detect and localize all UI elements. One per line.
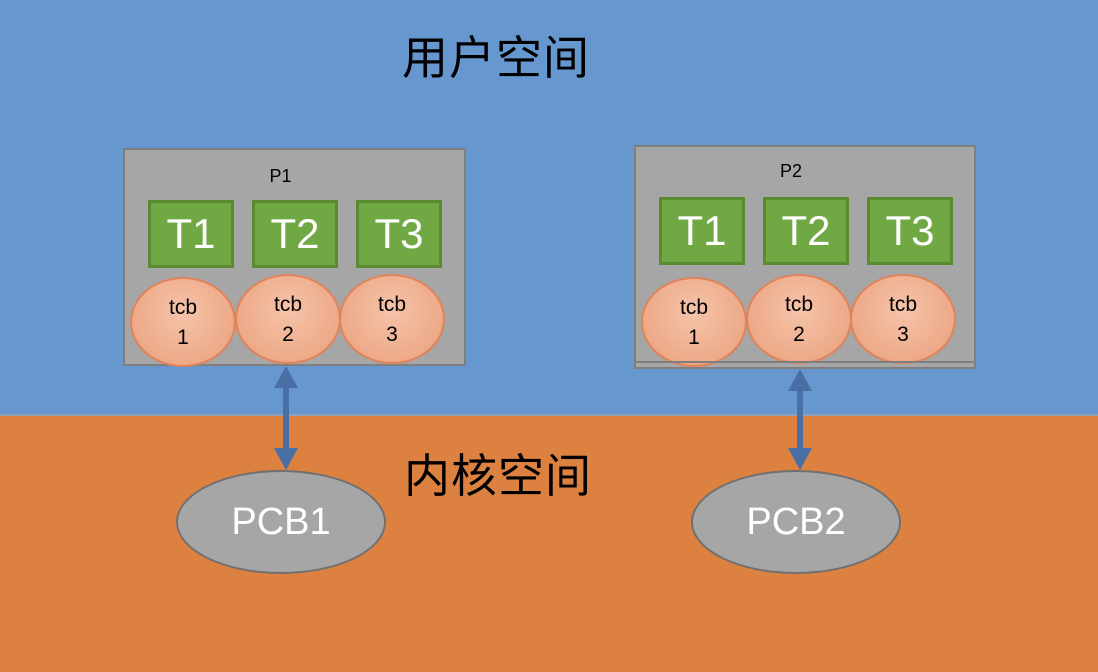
arrows-layer [274,366,812,470]
arrow-p1-pcb1 [274,366,298,470]
pcb2-node: PCB2 [691,470,901,574]
arrow-p2-pcb2 [788,369,812,470]
pcb1-node: PCB1 [176,470,386,574]
